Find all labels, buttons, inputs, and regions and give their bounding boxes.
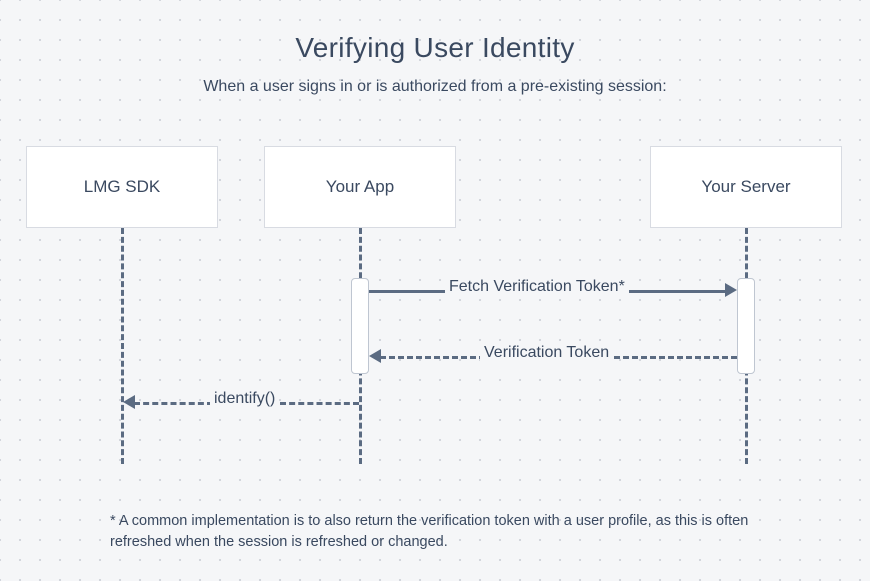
activation-server xyxy=(737,278,755,374)
arrowhead-token xyxy=(369,349,381,363)
diagram-title: Verifying User Identity xyxy=(0,0,870,64)
participant-app: Your App xyxy=(264,146,456,228)
diagram-subtitle: When a user signs in or is authorized fr… xyxy=(0,78,870,96)
message-fetch-label: Fetch Verification Token* xyxy=(445,278,629,296)
message-token-label: Verification Token xyxy=(480,344,613,362)
diagram-footnote: * A common implementation is to also ret… xyxy=(110,511,760,553)
participant-server-label: Your Server xyxy=(701,177,790,197)
participant-sdk-label: LMG SDK xyxy=(84,177,161,197)
arrowhead-fetch xyxy=(725,283,737,297)
participant-app-label: Your App xyxy=(326,177,394,197)
lifeline-sdk xyxy=(121,228,124,464)
arrowhead-identify xyxy=(123,395,135,409)
activation-app xyxy=(351,278,369,374)
participant-sdk: LMG SDK xyxy=(26,146,218,228)
message-identify-label: identify() xyxy=(210,390,279,408)
participant-server: Your Server xyxy=(650,146,842,228)
